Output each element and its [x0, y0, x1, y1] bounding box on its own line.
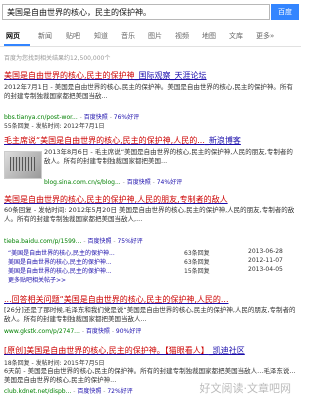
tab-video[interactable]: 视频 [175, 31, 189, 41]
sub-post-date: 2013-06-28 [248, 248, 283, 255]
search-input[interactable]: 美国是自由世界的核心，民主的保护神。 [2, 4, 270, 20]
result-snippet: 60条回复 - 发帖时间: 2012年5月20日 美国是自由世界的核心,民主的保… [4, 206, 295, 223]
more-posts-link[interactable]: 更多贴吧相关帖子>> [8, 275, 66, 284]
result-url[interactable]: tieba.baidu.com/p/1599... [4, 238, 81, 245]
result-meta: blog.sina.com.cn/s/blog... - 百度快照 - 74%好… [44, 179, 183, 186]
sub-post-date: 2012-11-07 [248, 257, 283, 264]
result-snippet: [26分]还是了那时候,毛泽东和我们党是说“美国是自由世界的核心,民主的保护神,… [4, 306, 296, 323]
search-button[interactable]: 百度 [271, 4, 299, 20]
result-title[interactable]: 美国是自由世界的核心,民主的保护神_国际观察_天涯论坛 [4, 70, 294, 81]
tab-images[interactable]: 图片 [148, 31, 162, 41]
result-title-highlight: [原创]美国是自由世界的核心,民主的保护神。【猫眼看人】 [4, 346, 209, 355]
result-meta: tieba.baidu.com/p/1599... - 百度快照 - 75%好评 [4, 238, 143, 245]
result-sub-meta: 55条回复 - 发帖时间: 2012年7月1日 [4, 123, 105, 130]
result-title[interactable]: 美国是自由世界的核心,民主的保护神,人民的朋友,专制者的敌人 [4, 194, 294, 205]
cache-link[interactable]: 百度快照 [77, 388, 101, 395]
result-title[interactable]: [原创]美国是自由世界的核心,民主的保护神。【猫眼看人】_凯迪社区 [4, 345, 294, 356]
result-url[interactable]: club.kdnet.net/dispb... [4, 388, 71, 395]
result-meta: club.kdnet.net/dispb... - 百度快照 - 72%好评 [4, 388, 133, 395]
tab-wenku[interactable]: 文库 [229, 31, 243, 41]
tab-zhidao[interactable]: 知道 [94, 31, 108, 41]
rating-link[interactable]: 90%好评 [116, 328, 141, 335]
result-snippet: 2012年7月1日 - 美国是自由世界的核心,民主的保护神。美国是自由世界的核心… [4, 83, 293, 100]
site-watermark: 好文阅读·文章吧网 [199, 382, 292, 395]
tab-music[interactable]: 音乐 [121, 31, 135, 41]
result-title-highlight: 美国是自由世界的核心,民主的保护神,人民的朋友,专制者的敌人 [4, 195, 228, 204]
sub-post-link[interactable]: “美国是自由世界的核心,民主的保护神... [8, 248, 115, 257]
result-title[interactable]: 毛主席说“美国是自由世界的核心,民主的保护神,人民的..._新浪博客 [4, 135, 294, 146]
result-title-source: _国际观察_天涯论坛 [134, 71, 207, 80]
result-title[interactable]: ...回答相关问题“美国是自由世界的核心,民主的保护神,人民的... [4, 294, 294, 305]
tab-map[interactable]: 地图 [202, 31, 216, 41]
active-tab-indicator [4, 44, 30, 46]
result-sub-meta: 18条回复 - 发帖时间: 2015年7月5日 [4, 360, 105, 367]
result-title-highlight: 美国是自由世界的核心,民主的保护神 [4, 71, 135, 80]
sub-post-replies: 63条回复 [184, 250, 210, 257]
result-title-highlight: 毛主席说“美国是自由世界的核心,民主的保护神,人民的... [4, 136, 205, 145]
rating-link[interactable]: 74%好评 [157, 179, 182, 186]
sub-post-date: 2013-04-05 [248, 266, 283, 273]
result-thumbnail[interactable] [4, 151, 42, 179]
tab-tieba[interactable]: 贴吧 [66, 31, 80, 41]
tab-news[interactable]: 新闻 [38, 31, 52, 41]
result-title-source: _凯迪社区 [208, 346, 245, 355]
sub-post-link[interactable]: 美国是自由世界的核心,民主的保护神... [8, 266, 112, 275]
result-meta: www.gkstk.com/p/2747... - 百度快照 - 90%好评 [4, 328, 142, 335]
cache-link[interactable]: 百度快照 [87, 238, 111, 245]
cache-link[interactable]: 百度快照 [86, 328, 110, 335]
sub-post-replies: 15条回复 [184, 268, 210, 275]
result-url[interactable]: www.gkstk.com/p/2747... [4, 328, 80, 335]
search-tabs: 网页 新闻 贴吧 知道 音乐 图片 视频 地图 文库 更多» [0, 28, 301, 47]
cache-link[interactable]: 百度快照 [127, 179, 151, 186]
result-title-source: _新浪博客 [204, 136, 241, 145]
cache-link[interactable]: 百度快照 [84, 114, 108, 121]
rating-link[interactable]: 76%好评 [114, 114, 139, 121]
result-title-highlight: ...回答相关问题“美国是自由世界的核心,民主的保护神,人民的... [4, 295, 229, 304]
result-count: 百度为您找到相关结果约12,500,000个 [4, 55, 111, 62]
rating-link[interactable]: 75%好评 [117, 238, 142, 245]
tab-web[interactable]: 网页 [6, 31, 20, 41]
result-url[interactable]: blog.sina.com.cn/s/blog... [44, 179, 121, 186]
result-url[interactable]: bbs.tianya.cn/post-wor... [4, 114, 78, 121]
result-meta: bbs.tianya.cn/post-wor... - 百度快照 - 76%好评 [4, 114, 140, 121]
result-snippet: 2013年8月6日 - 毛主席说“美国是自由世界的核心,民主的保护神,人民的朋友… [44, 148, 293, 165]
rating-link[interactable]: 72%好评 [107, 388, 132, 395]
tab-more[interactable]: 更多» [256, 31, 274, 41]
sub-post-replies: 63条回复 [184, 259, 210, 266]
sub-post-link[interactable]: 美国是自由世界的核心,民主的保护神... [8, 257, 112, 266]
search-bar: 美国是自由世界的核心，民主的保护神。 百度 [0, 0, 301, 24]
